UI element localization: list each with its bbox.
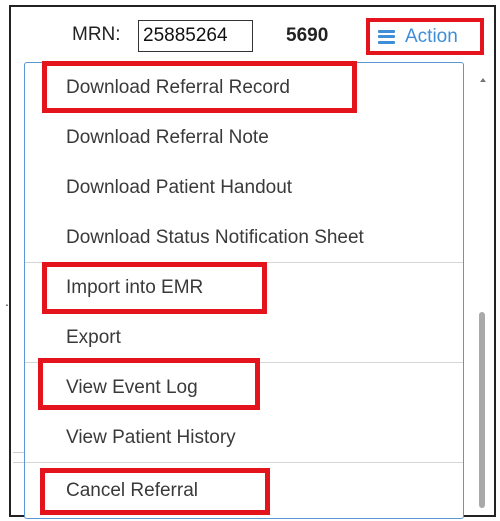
action-menu-button[interactable]: Action bbox=[366, 18, 484, 55]
menu-item-download-patient-handout[interactable]: Download Patient Handout bbox=[25, 163, 463, 213]
menu-item-view-event-log[interactable]: View Event Log bbox=[25, 363, 463, 413]
scrollbar-thumb[interactable] bbox=[479, 312, 485, 508]
mrn-input[interactable] bbox=[138, 20, 253, 52]
referral-id: 5690 bbox=[286, 25, 329, 46]
mrn-label: MRN: bbox=[72, 24, 121, 45]
menu-separator bbox=[25, 462, 463, 463]
hamburger-menu-icon bbox=[378, 29, 395, 44]
menu-item-cancel-referral[interactable]: Cancel Referral bbox=[25, 466, 463, 516]
menu-item-download-status-notification-sheet[interactable]: Download Status Notification Sheet bbox=[25, 213, 463, 263]
menu-item-export[interactable]: Export bbox=[25, 313, 463, 363]
scroll-up-arrow-icon[interactable] bbox=[480, 78, 486, 82]
menu-item-view-patient-history[interactable]: View Patient History bbox=[25, 413, 463, 463]
action-label: Action bbox=[405, 25, 458, 47]
menu-item-download-referral-record[interactable]: Download Referral Record bbox=[25, 63, 463, 113]
menu-item-import-into-emr[interactable]: Import into EMR bbox=[25, 263, 463, 313]
menu-item-download-referral-note[interactable]: Download Referral Note bbox=[25, 113, 463, 163]
action-dropdown-menu: Download Referral Record Download Referr… bbox=[24, 62, 464, 519]
